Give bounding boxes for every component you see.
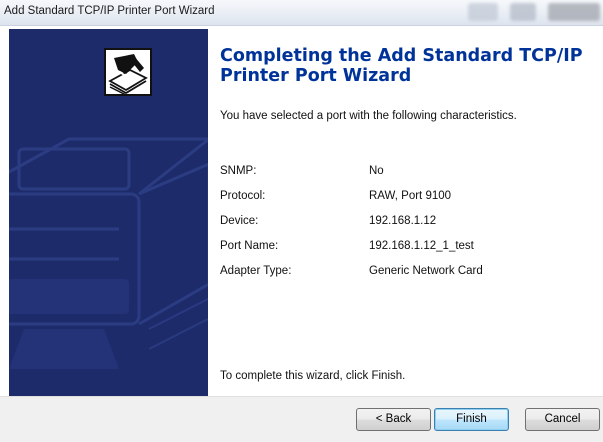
printer-port-icon [104,48,152,96]
property-value: 192.168.1.12 [369,215,437,227]
close-button[interactable] [548,3,600,21]
wizard-banner [9,29,208,396]
property-value: No [369,165,384,177]
page-title: Completing the Add Standard TCP/IP Print… [220,46,583,86]
property-label: Protocol: [220,190,266,202]
property-value: Generic Network Card [369,265,483,277]
intro-text: You have selected a port with the follow… [220,110,517,122]
wizard-content: Completing the Add Standard TCP/IP Print… [208,29,603,396]
property-value: RAW, Port 9100 [369,190,452,202]
cancel-button[interactable]: Cancel [525,408,600,431]
button-bar: < Back Finish Cancel [0,396,603,442]
property-value: 192.168.1.12_1_test [369,240,474,252]
property-label: Adapter Type: [220,265,292,277]
title-bar[interactable]: Add Standard TCP/IP Printer Port Wizard [0,0,603,26]
finish-button[interactable]: Finish [434,408,509,431]
property-label: Port Name: [220,240,279,252]
wizard-window: Add Standard TCP/IP Printer Port Wizard [0,0,603,442]
window-title: Add Standard TCP/IP Printer Port Wizard [4,5,215,17]
back-button[interactable]: < Back [356,408,431,431]
property-label: SNMP: [220,165,257,177]
minimize-button[interactable] [468,3,498,21]
property-label: Device: [220,215,259,227]
finish-instruction: To complete this wizard, click Finish. [220,370,406,382]
maximize-button[interactable] [510,3,536,21]
